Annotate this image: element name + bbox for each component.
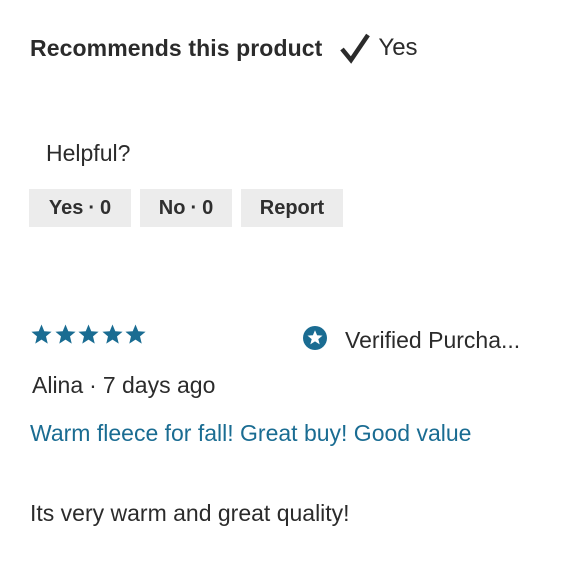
verified-purchase-badge: Verified Purcha...: [302, 323, 520, 357]
star-icon: [125, 324, 146, 344]
review-date: 7 days ago: [102, 372, 216, 398]
review-meta: Alina · 7 days ago: [32, 372, 215, 399]
review-body: Its very warm and great quality!: [30, 500, 350, 526]
recommends-label: Recommends this product: [30, 34, 323, 61]
star-rating: [30, 323, 148, 346]
review-meta-separator: ·: [89, 372, 97, 398]
recommends-row: Recommends this product Yes: [30, 28, 418, 68]
star-icon: [101, 324, 123, 344]
helpful-no-button[interactable]: No · 0: [140, 189, 232, 227]
helpful-no-count: 0: [202, 196, 214, 219]
helpful-yes-label: Yes: [48, 196, 84, 219]
report-label: Report: [259, 196, 325, 219]
verified-purchase-label: Verified Purcha...: [345, 326, 521, 353]
star-badge-icon: [302, 325, 328, 356]
report-button[interactable]: Report: [241, 189, 343, 227]
helpful-yes-separator: ·: [88, 196, 96, 219]
review-author: Alina: [32, 372, 84, 398]
helpful-no-label: No: [158, 196, 186, 219]
star-icon: [54, 324, 76, 344]
star-icon: [78, 324, 99, 344]
review-title[interactable]: Warm fleece for fall! Great buy! Good va…: [30, 420, 471, 447]
helpful-vote-row: Yes · 0 No · 0 Report: [29, 189, 352, 227]
recommends-value: Yes: [378, 34, 418, 61]
helpful-yes-count: 0: [100, 196, 112, 219]
star-icon: [31, 324, 52, 344]
helpful-no-separator: ·: [190, 196, 198, 219]
helpful-question: Helpful?: [46, 140, 131, 166]
check-icon: [338, 31, 372, 65]
helpful-yes-button[interactable]: Yes · 0: [29, 189, 131, 227]
